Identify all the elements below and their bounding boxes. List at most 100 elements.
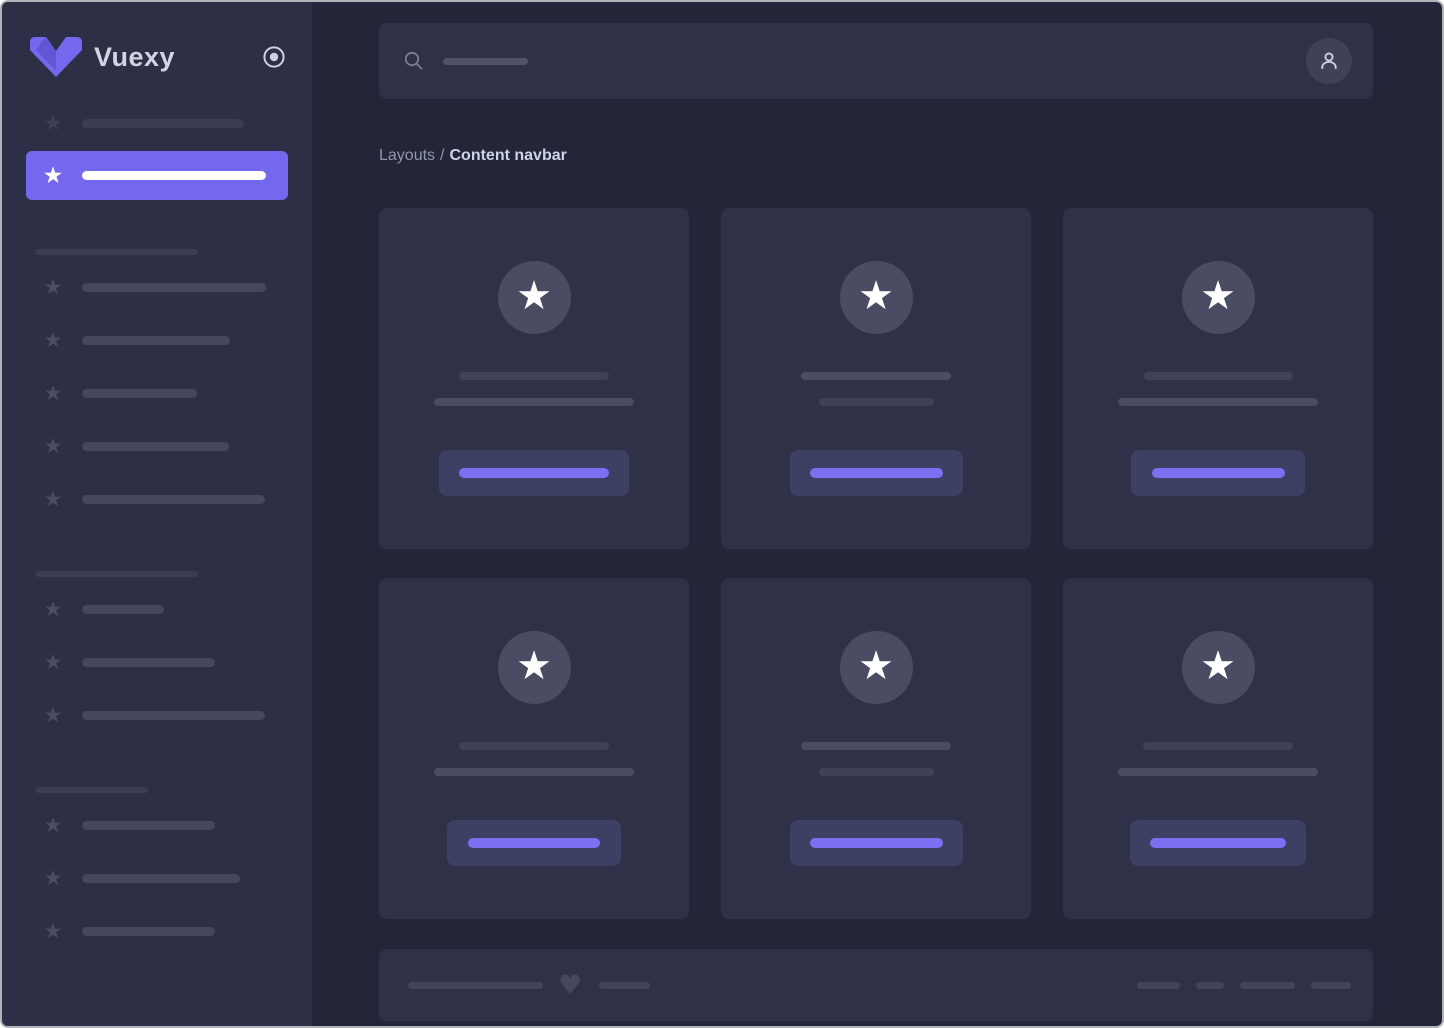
- footer-link-skeleton: [1311, 982, 1351, 989]
- cards-grid: ★ ★ ★ ★ ★ ★: [379, 208, 1373, 919]
- sidebar-item[interactable]: ★: [26, 596, 288, 622]
- card-avatar-circle: ★: [840, 631, 913, 704]
- sidebar-item[interactable]: ★: [26, 486, 288, 512]
- card-avatar-circle: ★: [1182, 631, 1255, 704]
- card-action-button[interactable]: [790, 820, 963, 866]
- sidebar-item-label-skeleton: [82, 711, 265, 720]
- card-action-button[interactable]: [447, 820, 621, 866]
- sidebar-section: ★ ★ ★: [2, 539, 312, 755]
- search-icon: [402, 49, 426, 73]
- sidebar-nav: ★★★★★★★★★★★★★: [2, 78, 312, 971]
- star-icon: ★: [858, 646, 894, 686]
- feature-card: ★: [1063, 208, 1373, 549]
- card-title-skeleton: [1144, 372, 1293, 380]
- card-avatar-circle: ★: [498, 631, 571, 704]
- star-icon: ★: [41, 434, 65, 458]
- card-text-skeleton: [434, 398, 634, 406]
- star-icon: ★: [516, 276, 552, 316]
- sidebar-item-label-skeleton: [82, 336, 230, 345]
- feature-card: ★: [1063, 578, 1373, 919]
- star-icon: ★: [41, 164, 65, 188]
- sidebar-item[interactable]: ★: [26, 380, 288, 406]
- card-action-button[interactable]: [1131, 450, 1305, 496]
- card-title-skeleton: [459, 742, 609, 750]
- card-text-skeleton: [434, 768, 634, 776]
- sidebar-item[interactable]: ★: [26, 433, 288, 459]
- card-text-skeleton: [1118, 768, 1318, 776]
- sidebar-item[interactable]: ★: [26, 649, 288, 675]
- sidebar-item[interactable]: ★: [26, 274, 288, 300]
- card-avatar-circle: ★: [840, 261, 913, 334]
- star-icon: ★: [41, 381, 65, 405]
- footer-link-skeleton: [1137, 982, 1180, 989]
- button-label-skeleton: [810, 468, 943, 478]
- footer-card: ♥: [379, 949, 1373, 1021]
- search-input[interactable]: [402, 49, 1306, 73]
- sidebar-item-label-skeleton: [82, 874, 240, 883]
- feature-card: ★: [379, 578, 689, 919]
- star-icon: ★: [1200, 646, 1236, 686]
- sidebar-item[interactable]: ★: [26, 918, 288, 944]
- sidebar-item-label-skeleton: [82, 821, 215, 830]
- top-navbar: [379, 23, 1373, 99]
- button-label-skeleton: [468, 838, 600, 848]
- card-text-skeleton: [819, 768, 934, 776]
- footer-left: ♥: [408, 972, 650, 999]
- star-icon: ★: [41, 866, 65, 890]
- sidebar-heading-skeleton: [35, 787, 148, 793]
- card-action-button[interactable]: [439, 450, 629, 496]
- card-action-button[interactable]: [1130, 820, 1306, 866]
- footer-link-skeleton: [1196, 982, 1224, 989]
- card-text-skeleton: [819, 398, 934, 406]
- sidebar-item-label-skeleton: [82, 495, 265, 504]
- vuexy-logo-icon: [30, 37, 82, 77]
- star-icon: ★: [41, 111, 65, 135]
- star-icon: ★: [41, 275, 65, 299]
- button-label-skeleton: [1152, 468, 1285, 478]
- card-title-skeleton: [801, 742, 951, 750]
- card-title-skeleton: [459, 372, 609, 380]
- sidebar-item-label-skeleton: [82, 927, 215, 936]
- breadcrumb-separator: /: [440, 147, 444, 164]
- feature-card: ★: [379, 208, 689, 549]
- sidebar-item-label-skeleton: [82, 605, 164, 614]
- button-label-skeleton: [810, 838, 943, 848]
- sidebar-item[interactable]: ★: [26, 865, 288, 891]
- star-icon: ★: [41, 597, 65, 621]
- card-text-skeleton: [1118, 398, 1318, 406]
- search-placeholder-skeleton: [443, 58, 528, 65]
- sidebar-section: ★ ★ ★ ★ ★: [2, 200, 312, 539]
- sidebar-item-label-skeleton: [82, 119, 244, 128]
- sidebar-heading-skeleton: [35, 571, 198, 577]
- breadcrumb-parent-link[interactable]: Layouts: [379, 147, 435, 164]
- sidebar: Vuexy ★★★★★★★★★★★★★: [2, 2, 312, 1026]
- sidebar-section: ★ ★ ★: [2, 755, 312, 971]
- button-label-skeleton: [1150, 838, 1286, 848]
- card-action-button[interactable]: [790, 450, 963, 496]
- sidebar-item[interactable]: ★: [26, 702, 288, 728]
- menu-collapse-toggle-icon[interactable]: [262, 45, 286, 69]
- sidebar-item[interactable]: ★: [26, 812, 288, 838]
- breadcrumb: Layouts/Content navbar: [379, 146, 1373, 165]
- sidebar-item-label-skeleton: [82, 442, 229, 451]
- star-icon: ★: [41, 703, 65, 727]
- sidebar-item[interactable]: ★: [26, 151, 288, 200]
- sidebar-item-label-skeleton: [82, 389, 197, 398]
- sidebar-item[interactable]: ★: [26, 327, 288, 353]
- card-title-skeleton: [801, 372, 951, 380]
- sidebar-item-label-skeleton: [82, 283, 266, 292]
- star-icon: ★: [41, 328, 65, 352]
- star-icon: ★: [858, 276, 894, 316]
- user-avatar[interactable]: [1306, 38, 1352, 84]
- card-title-skeleton: [1143, 742, 1293, 750]
- footer-right: [1137, 982, 1351, 989]
- star-icon: ★: [41, 487, 65, 511]
- sidebar-heading-skeleton: [35, 249, 198, 255]
- sidebar-section: ★★: [2, 110, 312, 200]
- footer-text-skeleton: [599, 982, 650, 989]
- footer-text-skeleton: [408, 982, 543, 989]
- star-icon: ★: [1200, 276, 1236, 316]
- sidebar-item[interactable]: ★: [26, 110, 288, 136]
- sidebar-item-label-skeleton: [82, 171, 266, 180]
- heart-icon: ♥: [558, 972, 582, 999]
